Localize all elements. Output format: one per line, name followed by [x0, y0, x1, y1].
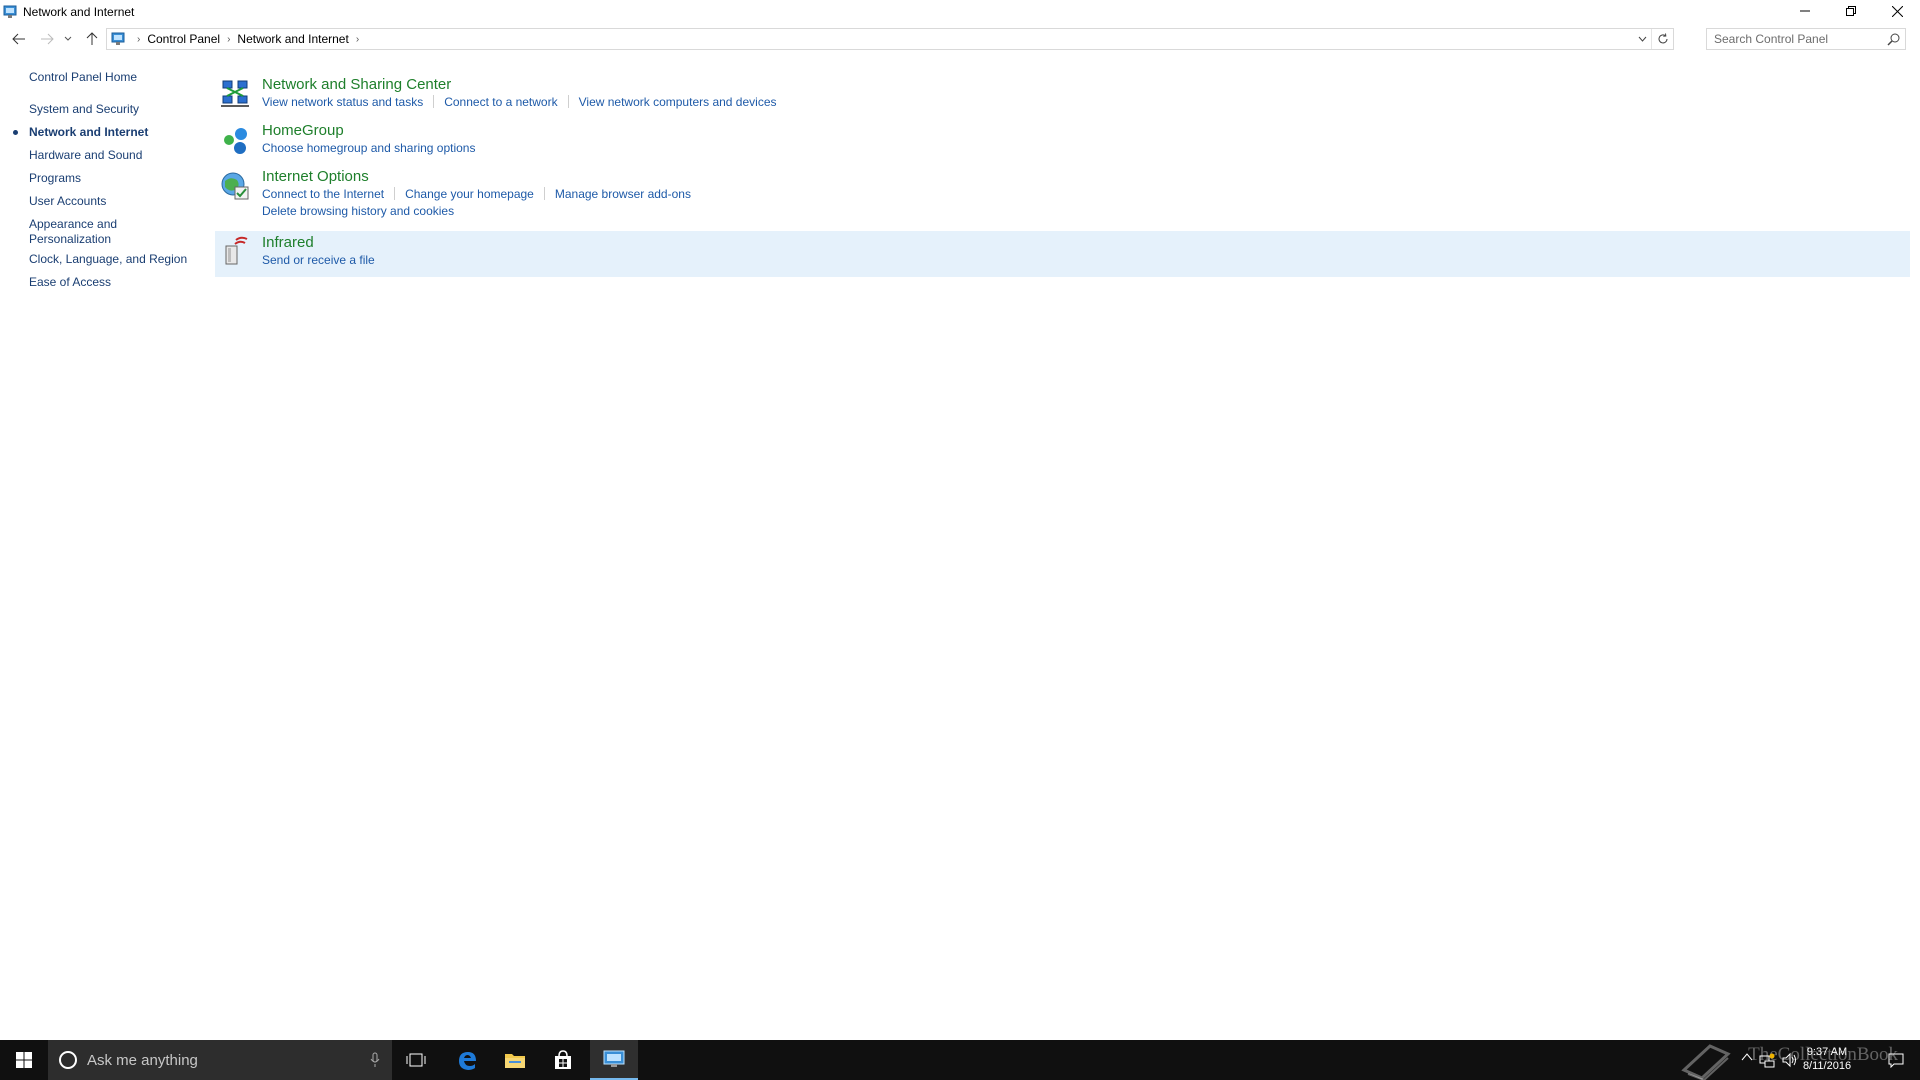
nav-appearance-and-personalization[interactable]: Appearance and Personalization — [29, 217, 129, 247]
cortana-placeholder: Ask me anything — [87, 1051, 198, 1069]
control-panel-location-icon — [111, 32, 125, 45]
refresh-icon — [1658, 33, 1667, 44]
category-title[interactable]: Internet Options — [262, 168, 369, 186]
internet-options-icon[interactable] — [219, 170, 251, 202]
link-connect-to-network[interactable]: Connect to a network — [444, 95, 557, 109]
clock-date: 8/11/2016 — [1802, 1060, 1852, 1072]
close-icon — [1891, 5, 1903, 17]
taskbar: Ask me anything TheCollectionBook 9:37 A… — [0, 1040, 1920, 1080]
link-choose-homegroup-options[interactable]: Choose homegroup and sharing options — [262, 141, 475, 155]
control-panel-icon — [603, 1050, 625, 1067]
edge-button[interactable] — [443, 1040, 491, 1080]
category-internet-options: Internet Options Connect to the Internet… — [215, 168, 1910, 231]
address-bar[interactable]: › Control Panel › Network and Internet › — [106, 28, 1674, 50]
up-button[interactable] — [81, 28, 103, 50]
link-divider — [567, 95, 569, 108]
up-arrow-icon — [86, 32, 98, 45]
system-tray: TheCollectionBook 9:37 AM 8/11/2016 — [1660, 1040, 1920, 1080]
navigation-bar: › Control Panel › Network and Internet ›… — [0, 28, 1920, 50]
link-manage-browser-addons[interactable]: Manage browser add-ons — [555, 187, 691, 201]
minimize-button[interactable] — [1782, 0, 1828, 22]
breadcrumb-network-and-internet[interactable]: Network and Internet — [237, 32, 348, 46]
address-history-dropdown[interactable] — [1633, 29, 1651, 49]
chevron-right-icon[interactable]: › — [227, 34, 230, 45]
nav-user-accounts[interactable]: User Accounts — [29, 194, 189, 209]
restore-button[interactable] — [1828, 0, 1874, 22]
back-button[interactable] — [8, 28, 30, 50]
category-infrared[interactable]: Infrared Send or receive a file — [215, 231, 1910, 277]
edge-browser-icon — [459, 1052, 476, 1070]
forward-button[interactable] — [36, 28, 58, 50]
nav-control-panel-home[interactable]: Control Panel Home — [29, 70, 189, 85]
cortana-icon — [59, 1051, 77, 1069]
title-bar: Network and Internet — [0, 0, 1920, 24]
store-icon — [555, 1050, 571, 1069]
microphone-icon[interactable] — [370, 1052, 380, 1068]
nav-hardware-and-sound[interactable]: Hardware and Sound — [29, 148, 189, 163]
nav-ease-of-access[interactable]: Ease of Access — [29, 275, 189, 290]
link-connect-to-internet[interactable]: Connect to the Internet — [262, 187, 384, 201]
homegroup-icon[interactable] — [219, 124, 251, 156]
network-sharing-center-icon[interactable] — [219, 78, 251, 110]
link-divider — [543, 187, 545, 200]
recent-locations-button[interactable] — [61, 28, 75, 50]
task-view-icon — [406, 1053, 426, 1067]
chevron-right-icon[interactable]: › — [137, 34, 140, 45]
breadcrumb-control-panel[interactable]: Control Panel — [147, 32, 220, 46]
category-homegroup: HomeGroup Choose homegroup and sharing o… — [215, 122, 1910, 168]
minimize-icon — [1800, 10, 1810, 12]
nav-label: Network and Internet — [29, 125, 149, 139]
current-page-bullet — [13, 130, 18, 135]
link-delete-browsing-history[interactable]: Delete browsing history and cookies — [262, 204, 454, 218]
link-send-receive-file[interactable]: Send or receive a file — [262, 253, 375, 267]
show-hidden-icons-chevron-icon[interactable] — [1741, 1052, 1753, 1062]
file-explorer-button[interactable] — [491, 1040, 539, 1080]
link-view-network-status[interactable]: View network status and tasks — [262, 95, 423, 109]
link-change-homepage[interactable]: Change your homepage — [405, 187, 534, 201]
category-title[interactable]: Infrared — [262, 234, 314, 252]
nav-network-and-internet[interactable]: Network and Internet — [13, 125, 189, 140]
start-button[interactable] — [0, 1040, 48, 1080]
chevron-right-icon[interactable]: › — [356, 34, 359, 45]
forward-arrow-icon — [41, 33, 54, 45]
link-divider — [394, 187, 396, 200]
refresh-button[interactable] — [1651, 29, 1673, 49]
chevron-down-icon — [64, 36, 72, 41]
watermark-book-icon — [1681, 1044, 1731, 1080]
close-button[interactable] — [1874, 0, 1920, 22]
nav-system-and-security[interactable]: System and Security — [29, 102, 189, 117]
network-icon[interactable] — [1759, 1052, 1775, 1068]
store-button[interactable] — [539, 1040, 587, 1080]
nav-clock-language-region[interactable]: Clock, Language, and Region — [29, 252, 189, 267]
nav-programs[interactable]: Programs — [29, 171, 189, 186]
link-divider — [433, 95, 435, 108]
folder-icon — [505, 1054, 525, 1068]
restore-icon — [1846, 6, 1856, 16]
infrared-icon[interactable] — [219, 235, 251, 267]
left-navigation-pane: Control Panel Home System and Security N… — [13, 70, 189, 290]
clock-time: 9:37 AM — [1806, 1046, 1848, 1058]
link-view-network-computers[interactable]: View network computers and devices — [579, 95, 777, 109]
back-arrow-icon — [12, 33, 25, 45]
chevron-down-icon — [1638, 36, 1646, 42]
clock[interactable]: 9:37 AM 8/11/2016 — [1792, 1045, 1862, 1073]
windows-logo-icon — [16, 1052, 32, 1068]
category-network-sharing-center: Network and Sharing Center View network … — [215, 76, 1910, 122]
action-center-icon[interactable] — [1888, 1052, 1904, 1068]
control-panel-icon — [3, 5, 17, 18]
search-input[interactable]: Search Control Panel — [1706, 28, 1906, 50]
category-list: Network and Sharing Center View network … — [215, 76, 1910, 277]
category-title[interactable]: HomeGroup — [262, 122, 344, 140]
control-panel-taskbar-button[interactable] — [590, 1040, 638, 1080]
cortana-search-box[interactable]: Ask me anything — [48, 1040, 392, 1080]
search-placeholder: Search Control Panel — [1714, 32, 1829, 46]
category-title[interactable]: Network and Sharing Center — [262, 76, 451, 94]
search-icon[interactable] — [1887, 32, 1901, 46]
window-title: Network and Internet — [23, 5, 135, 19]
task-view-button[interactable] — [392, 1040, 440, 1080]
